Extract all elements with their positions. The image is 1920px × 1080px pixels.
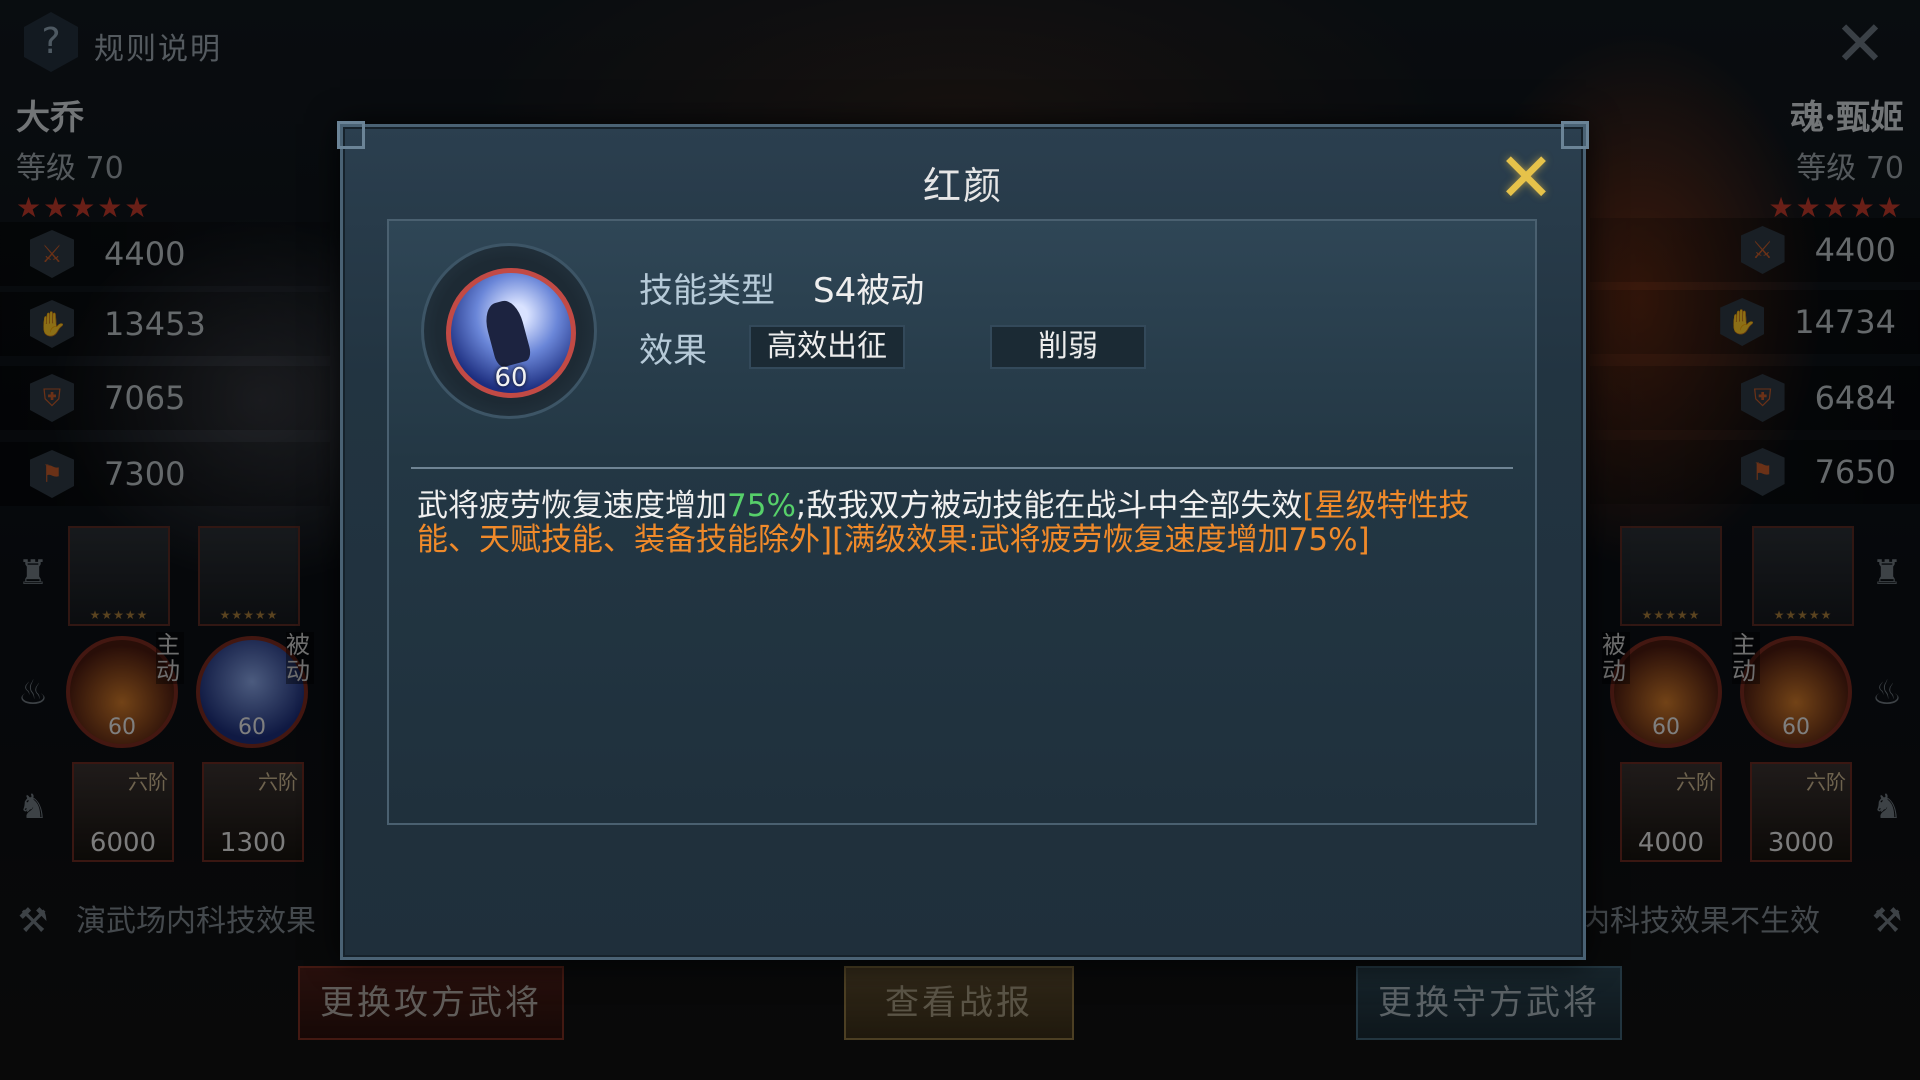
skill-type-row: 技能类型 S4被动 — [639, 263, 924, 312]
skill-description: 武将疲劳恢复速度增加75%;敌我双方被动技能在战斗中全部失效[星级特性技能、天赋… — [417, 488, 1470, 558]
effect-label: 效果 — [639, 331, 707, 371]
skill-level: 60 — [494, 363, 528, 393]
skill-type-value: S4被动 — [813, 271, 925, 311]
skill-type-label: 技能类型 — [639, 271, 775, 311]
effect-row: 效果 — [639, 323, 707, 372]
divider — [411, 467, 1513, 469]
effect-tag: 高效出征 — [749, 325, 905, 369]
desc-percent: 75% — [727, 488, 796, 524]
skill-detail-modal: 红颜 ✕ 60 技能类型 S4被动 效果 高效出征 削弱 武将疲劳恢复速度增加75… — [337, 121, 1589, 960]
effect-tag: 削弱 — [990, 325, 1146, 369]
modal-title: 红颜 — [922, 164, 1003, 208]
close-icon[interactable]: ✕ — [1495, 145, 1557, 213]
skill-icon: 60 — [446, 268, 576, 398]
skill-info-panel: 60 技能类型 S4被动 效果 高效出征 削弱 武将疲劳恢复速度增加75%;敌我双… — [387, 219, 1537, 825]
skill-icon-frame: 60 — [421, 243, 597, 419]
